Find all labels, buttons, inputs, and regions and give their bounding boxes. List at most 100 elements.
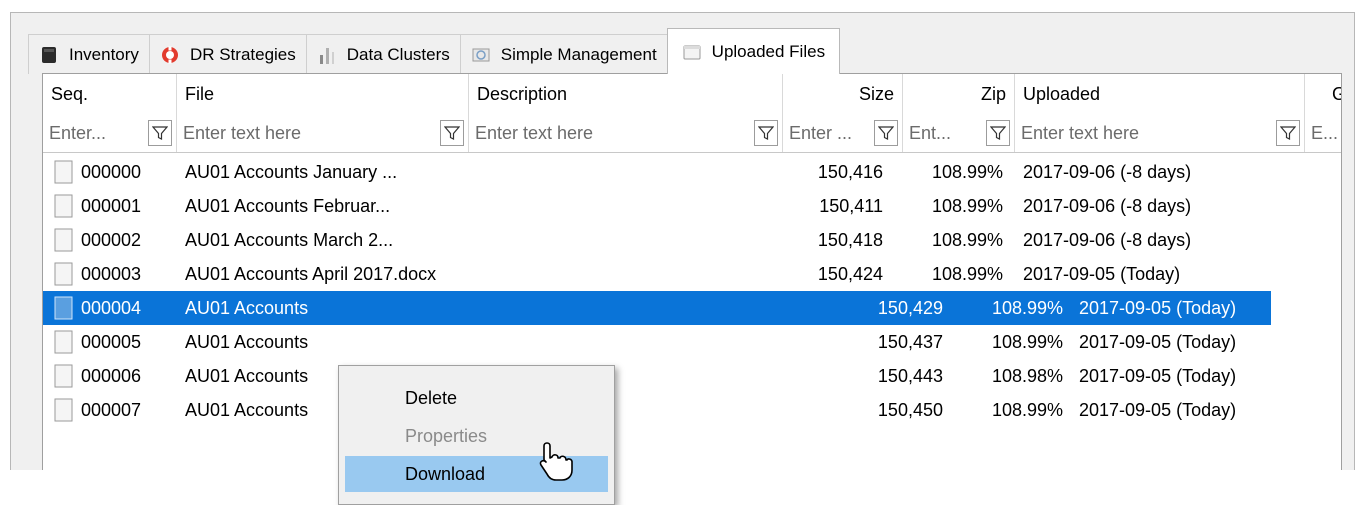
filter-row: Enter... Enter text here Enter text here… <box>43 114 1341 153</box>
column-header-seq[interactable]: Seq. <box>43 74 177 114</box>
filter-cell-seq: Enter... <box>43 114 177 152</box>
filter-funnel-icon[interactable] <box>148 120 172 146</box>
table-row[interactable]: 000005 AU01 Accounts 150,437 108.99% 201… <box>43 325 1341 359</box>
tab-inventory[interactable]: Inventory <box>28 34 150 74</box>
tab-uploaded-files[interactable]: Uploaded Files <box>666 28 841 74</box>
seq-text: 000007 <box>81 399 142 420</box>
filter-cell-uploaded: Enter text here <box>1015 114 1305 152</box>
cell-size: 150,424 <box>817 263 883 284</box>
cell-size: 150,416 <box>817 161 883 182</box>
filter-cell-gen: E... <box>1305 114 1341 152</box>
tab-strip: Inventory DR Strategies Data Clusters Si… <box>28 28 841 74</box>
filter-input-seq[interactable]: Enter... <box>49 123 148 144</box>
column-header-uploaded[interactable]: Uploaded <box>1015 74 1305 114</box>
cell-file: AU01 Accounts April 2017.docx <box>185 263 437 284</box>
cell-zip: 108.99% <box>931 263 1003 284</box>
filter-input-description[interactable]: Enter text here <box>475 123 754 144</box>
folder-icon <box>683 45 701 59</box>
document-icon <box>54 194 73 218</box>
filter-funnel-icon[interactable] <box>1276 120 1300 146</box>
cell-gen: 1 <box>1305 291 1341 325</box>
lifebuoy-icon <box>161 46 178 63</box>
cell-zip: 108.99% <box>931 195 1003 216</box>
cell-zip: 108.99% <box>991 399 1063 420</box>
filter-funnel-icon[interactable] <box>986 120 1010 146</box>
column-header-zip[interactable]: Zip <box>903 74 1015 114</box>
cell-seq: 000002 <box>53 223 177 257</box>
cell-seq: 000000 <box>53 155 177 189</box>
table-row[interactable]: 000007 AU01 Accounts 150,450 108.99% 201… <box>43 393 1341 427</box>
cell-size: 150,437 <box>877 331 943 352</box>
seq-text: 000003 <box>81 263 142 284</box>
cell-size: 150,429 <box>877 297 943 318</box>
cell-zip: 108.99% <box>931 229 1003 250</box>
table-row[interactable]: 000000 AU01 Accounts January ... 150,416… <box>43 155 1341 189</box>
table-row[interactable]: 000003 AU01 Accounts April 2017.docx 150… <box>43 257 1341 291</box>
cell-zip: 108.99% <box>991 297 1063 318</box>
column-header-size[interactable]: Size <box>783 74 903 114</box>
seq-text: 000006 <box>81 365 142 386</box>
filter-cell-size: Enter ... <box>783 114 903 152</box>
filter-funnel-icon[interactable] <box>754 120 778 146</box>
management-icon <box>472 48 490 61</box>
cell-seq: 000001 <box>53 189 177 223</box>
cell-uploaded: 2017-09-05 (Today) <box>1079 399 1237 420</box>
cell-gen: 1 <box>1305 325 1341 359</box>
document-icon <box>54 296 73 320</box>
column-header-gen[interactable]: Gen <box>1305 74 1341 114</box>
document-icon <box>54 262 73 286</box>
cell-file: AU01 Accounts <box>185 331 309 352</box>
tab-label: Simple Management <box>500 44 657 64</box>
column-header-row: Seq. File Description Size Zip Uploaded … <box>43 74 1341 114</box>
tab-dr-strategies[interactable]: DR Strategies <box>148 34 307 74</box>
filter-cell-file: Enter text here <box>177 114 469 152</box>
torn-edge <box>0 470 1370 491</box>
tab-label: DR Strategies <box>189 44 296 64</box>
table-row[interactable]: 000002 AU01 Accounts March 2... 150,418 … <box>43 223 1341 257</box>
filter-input-uploaded[interactable]: Enter text here <box>1021 123 1276 144</box>
table-row-selected[interactable]: 000004 AU01 Accounts 150,429 108.99% 201… <box>43 291 1271 325</box>
cell-seq: 000006 <box>53 359 177 393</box>
document-icon <box>54 330 73 354</box>
tab-data-clusters[interactable]: Data Clusters <box>305 34 461 74</box>
tab-label: Inventory <box>69 44 139 64</box>
cell-uploaded: 2017-09-06 (-8 days) <box>1023 229 1192 250</box>
filter-funnel-icon[interactable] <box>874 120 898 146</box>
seq-text: 000002 <box>81 229 142 250</box>
table-row[interactable]: 000001 AU01 Accounts Februar... 150,411 … <box>43 189 1341 223</box>
document-icon <box>54 364 73 388</box>
filter-input-zip[interactable]: Ent... <box>909 123 986 144</box>
menu-item-delete[interactable]: Delete <box>345 380 608 416</box>
cell-uploaded: 2017-09-05 (Today) <box>1023 263 1181 284</box>
cell-uploaded: 2017-09-06 (-8 days) <box>1023 195 1192 216</box>
cell-gen: 1 <box>1305 393 1341 427</box>
table-row[interactable]: 000006 AU01 Accounts 150,443 108.98% 201… <box>43 359 1341 393</box>
tab-label: Uploaded Files <box>711 41 826 61</box>
column-header-description[interactable]: Description <box>469 74 783 114</box>
inventory-icon <box>42 46 56 63</box>
tab-simple-management[interactable]: Simple Management <box>459 34 668 74</box>
filter-funnel-icon[interactable] <box>440 120 464 146</box>
cell-seq: 000003 <box>53 257 177 291</box>
cell-zip: 108.99% <box>991 331 1063 352</box>
uploaded-files-grid: Seq. File Description Size Zip Uploaded … <box>42 73 1342 491</box>
column-header-file[interactable]: File <box>177 74 469 114</box>
seq-text: 000004 <box>81 297 142 318</box>
seq-text: 000000 <box>81 161 142 182</box>
filter-input-file[interactable]: Enter text here <box>183 123 440 144</box>
cell-file: AU01 Accounts <box>185 297 309 318</box>
seq-text: 000001 <box>81 195 142 216</box>
mouse-pointer-icon <box>539 442 573 481</box>
cell-seq: 000007 <box>53 393 177 427</box>
document-icon <box>54 228 73 252</box>
cell-file: AU01 Accounts January ... <box>185 161 398 182</box>
cell-size: 150,418 <box>817 229 883 250</box>
cell-gen: 1 <box>1305 257 1341 291</box>
filter-input-gen[interactable]: E... <box>1311 123 1341 144</box>
cell-gen: 1 <box>1305 155 1341 189</box>
document-icon <box>54 398 73 422</box>
cell-file: AU01 Accounts Februar... <box>185 195 391 216</box>
cell-size: 150,411 <box>819 195 883 216</box>
filter-input-size[interactable]: Enter ... <box>789 123 874 144</box>
cell-gen: 1 <box>1305 189 1341 223</box>
